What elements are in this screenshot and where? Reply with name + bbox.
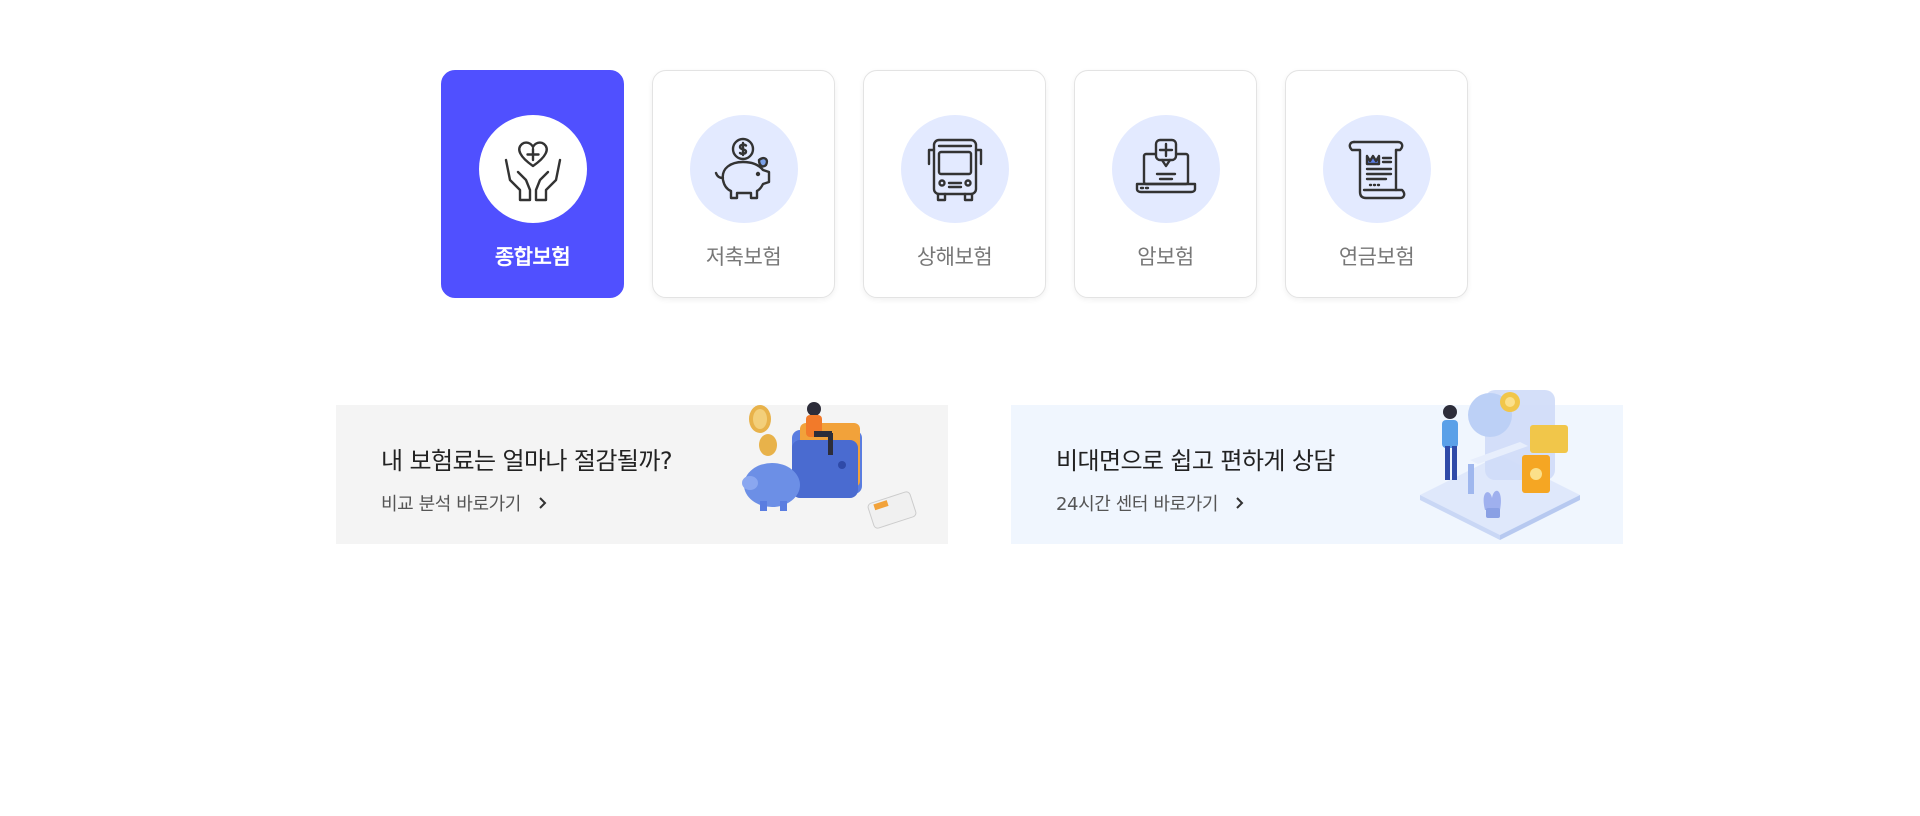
category-icon-circle — [478, 115, 587, 223]
piggy-wallet-illustration — [742, 402, 917, 529]
laptop-medical-icon — [1135, 138, 1196, 194]
banner-link-label: 24시간 센터 바로가기 — [1056, 494, 1219, 515]
category-card-general[interactable]: 종합보험 — [441, 70, 624, 298]
hands-heart-icon — [504, 141, 561, 202]
category-card-accident[interactable]: 상해보험 — [863, 70, 1046, 298]
category-icon-circle — [1322, 115, 1431, 223]
category-icon-circle — [1111, 115, 1220, 223]
banner-link-label: 비교 분석 바로가기 — [381, 494, 521, 515]
category-card-savings[interactable]: 저축보험 — [652, 70, 835, 298]
category-label: 상해보험 — [916, 245, 993, 269]
category-icon-circle — [689, 115, 798, 223]
category-card-pension[interactable]: 연금보험 — [1285, 70, 1468, 298]
consultant-illustration — [1420, 390, 1580, 540]
piggy-bank-icon — [714, 137, 770, 200]
category-icon-circle — [900, 115, 1009, 223]
category-label: 연금보험 — [1338, 245, 1415, 269]
insurance-category-list: 종합보험 저축보험 상해보험 암보험 연금보험 — [441, 70, 1468, 298]
category-label: 저축보험 — [705, 245, 782, 269]
chevron-right-icon — [1236, 497, 1244, 509]
scroll-document-icon — [1348, 140, 1405, 200]
chevron-right-icon — [539, 497, 547, 509]
category-card-cancer[interactable]: 암보험 — [1074, 70, 1257, 298]
category-label: 암보험 — [1137, 245, 1194, 269]
bus-icon — [927, 138, 982, 202]
category-label: 종합보험 — [494, 245, 571, 269]
